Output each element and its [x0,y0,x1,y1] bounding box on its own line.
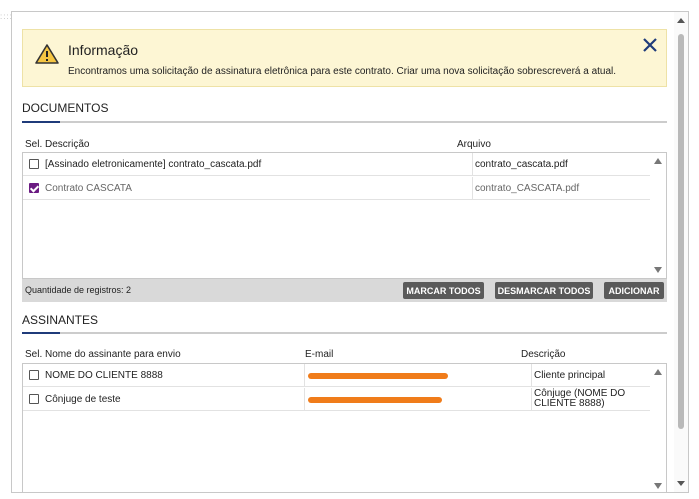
scrollbar-thumb[interactable] [678,34,684,429]
redaction-mark [308,373,448,379]
col-head-email[interactable]: E-mail [305,349,333,360]
cell-descricao: [Assinado eletronicamente] contrato_casc… [45,158,262,170]
section-title-assinantes: ASSINANTES [22,313,99,327]
col-head-descricao[interactable]: Descrição [45,139,89,150]
scroll-down-icon[interactable] [654,267,662,273]
cell-descricao: Contrato CASCATA [45,182,132,194]
col-head-arquivo[interactable]: Arquivo [457,139,491,150]
record-count: Quantidade de registros: 2 [25,285,132,295]
close-icon[interactable] [642,37,658,53]
scroll-down-icon[interactable] [654,483,662,489]
scroll-up-icon[interactable] [654,158,662,164]
row-checkbox[interactable] [29,370,39,380]
info-banner: Informação Encontramos uma solicitação d… [22,29,667,87]
table-row[interactable]: NOME DO CLIENTE 8888 Cliente principal [23,364,651,387]
col-head-nome[interactable]: Nome do assinante para envio [45,349,181,360]
cell-arquivo: contrato_cascata.pdf [472,153,651,175]
redaction-mark [308,397,442,403]
cell-nome: NOME DO CLIENTE 8888 [45,369,163,381]
adicionar-button[interactable]: ADICIONAR [604,282,664,299]
section-divider [22,121,667,123]
dialog-scrollbar[interactable] [674,12,688,492]
scroll-up-icon[interactable] [654,369,662,375]
cell-email [304,364,531,386]
row-checkbox[interactable] [29,159,39,169]
row-checkbox-checked[interactable] [29,183,39,193]
col-head-sel: Sel. [25,139,43,150]
row-checkbox[interactable] [29,394,39,404]
table-row[interactable]: Contrato CASCATA contrato_CASCATA.pdf [23,177,651,200]
grid-scrollbar[interactable] [650,153,666,278]
cell-descricao: Cliente principal [531,364,651,386]
banner-message: Encontramos uma solicitação de assinatur… [68,66,617,77]
col-head-sel: Sel. [25,349,43,360]
cell-arquivo: contrato_CASCATA.pdf [472,177,651,199]
grid-scrollbar[interactable] [650,364,666,492]
table-row[interactable]: Cônjuge de teste Cônjuge (NOME DO CLIENT… [23,388,651,411]
section-title-documentos: DOCUMENTOS [22,101,109,115]
dialog: Informação Encontramos uma solicitação d… [11,11,689,493]
documentos-grid: [Assinado eletronicamente] contrato_casc… [22,152,667,279]
scroll-up-icon[interactable] [677,18,685,23]
scroll-down-icon[interactable] [677,481,685,486]
cell-nome: Cônjuge de teste [45,393,121,405]
desmarcar-todos-button[interactable]: DESMARCAR TODOS [495,282,593,299]
documentos-footer: Quantidade de registros: 2 MARCAR TODOS … [22,279,667,302]
cell-email [304,388,531,410]
col-head-descricao[interactable]: Descrição [521,349,565,360]
section-divider [22,332,667,334]
marcar-todos-button[interactable]: MARCAR TODOS [403,282,484,299]
cell-descricao: Cônjuge (NOME DO CLIENTE 8888) [531,388,651,410]
banner-title: Informação [68,42,139,58]
warning-icon [35,44,59,64]
assinantes-grid: NOME DO CLIENTE 8888 Cliente principal C… [22,363,667,492]
table-row[interactable]: [Assinado eletronicamente] contrato_casc… [23,153,651,176]
